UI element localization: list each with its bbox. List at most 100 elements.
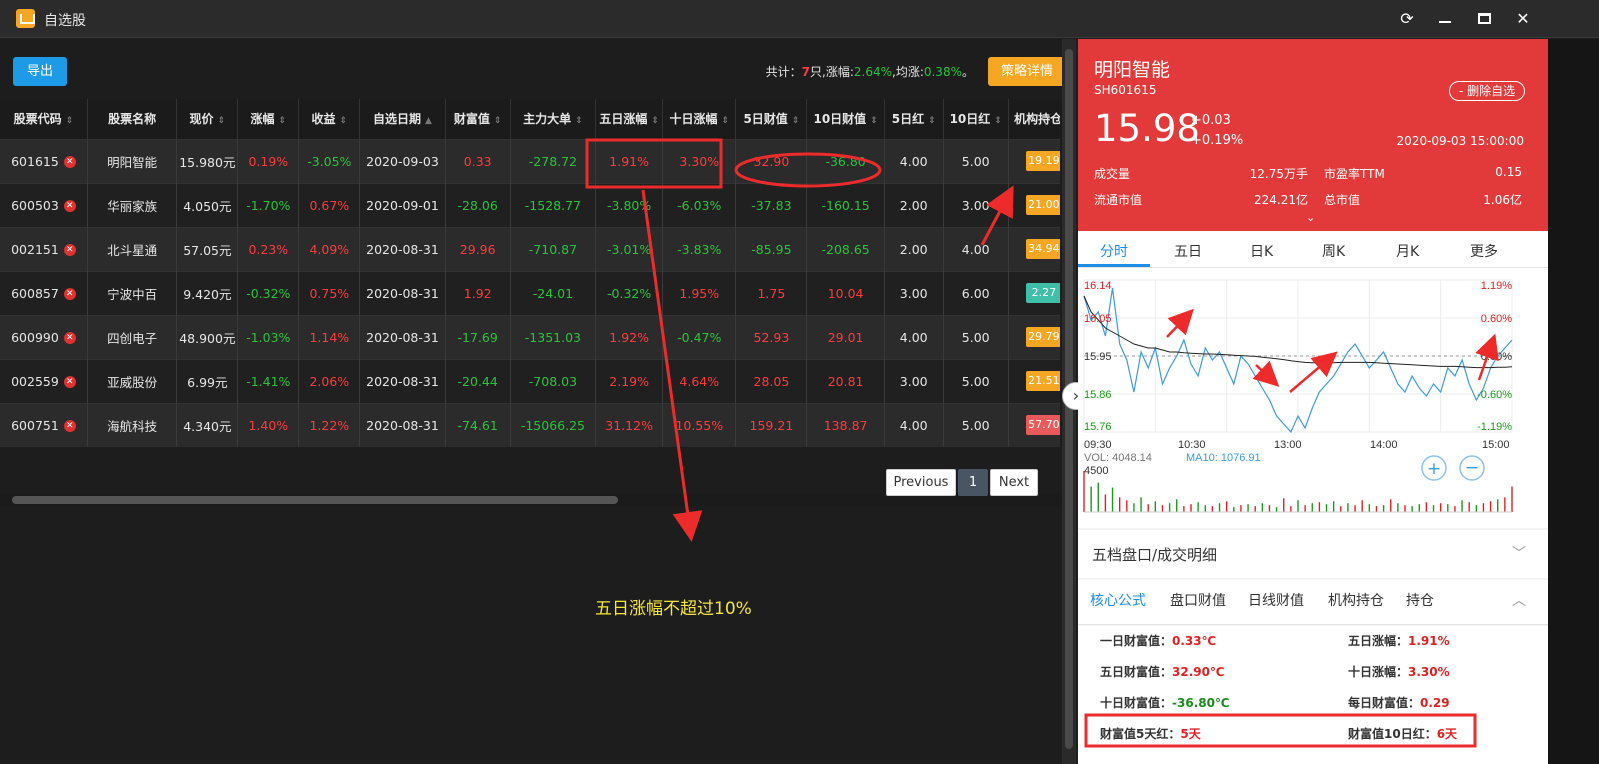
formula-tab[interactable]: 机构持仓 <box>1328 590 1384 610</box>
cell-w5: 159.21 <box>735 402 808 447</box>
chevron-down-icon[interactable]: ⌄ <box>1306 211 1315 224</box>
formula-tab[interactable]: 核心公式 <box>1090 590 1146 610</box>
sort-icon[interactable]: ⇕ <box>575 116 583 126</box>
previous-page-button[interactable]: Previous <box>886 469 956 496</box>
column-header[interactable]: 机构持仓⇕ <box>1008 99 1060 139</box>
remove-icon[interactable]: ✕ <box>63 244 76 256</box>
sort-icon[interactable]: ⇕ <box>66 116 74 126</box>
column-header[interactable]: 主力大单 ⇕ <box>510 99 597 139</box>
depth-panel[interactable]: 五档盘口/成交明细 ﹀ <box>1078 530 1548 578</box>
chart-tab[interactable]: 分时 <box>1100 241 1128 261</box>
table-row[interactable]: 002559 ✕ 亚威股份 6.99元 -1.41% 2.06% 2020-08-31 -20… <box>0 358 1060 403</box>
table-row[interactable]: 600990 ✕ 四创电子 48.900元 -1.03% 1.14% 2020-08-31 -… <box>0 314 1060 359</box>
next-page-button[interactable]: Next <box>990 469 1038 496</box>
sort-icon[interactable]: ⇕ <box>928 116 936 126</box>
volume-max-tick: 4500 <box>1084 465 1108 477</box>
cell-red5: 4.00 <box>884 402 944 447</box>
sort-icon[interactable]: ⇕ <box>340 116 348 126</box>
cell-w10: 10.04 <box>806 270 885 315</box>
sort-icon[interactable]: ⇕ <box>494 116 502 126</box>
table-row[interactable]: 002151 ✕ 北斗星通 57.05元 0.23% 4.09% 2020-08-31 29.… <box>0 226 1060 271</box>
table-row[interactable]: 600751 ✕ 海航科技 4.340元 1.40% 1.22% 2020-08-31 -74… <box>0 402 1060 447</box>
formula-item: 十日财富值：-36.80℃ <box>1100 694 1229 711</box>
remove-icon[interactable]: ✕ <box>63 420 76 433</box>
cell-value: 2020-08-31 <box>366 285 439 301</box>
column-header[interactable]: 10日红 ⇕ <box>943 99 1009 139</box>
cell-value: -1.70% <box>246 197 291 213</box>
cell-red10: 5.00 <box>943 402 1009 447</box>
cell-profit: -3.05% <box>298 138 361 183</box>
chevron-up-icon[interactable]: ︿ <box>1512 590 1526 610</box>
formula-value: 32.90℃ <box>1172 665 1225 679</box>
cell-w10: -160.15 <box>806 182 885 227</box>
remove-icon[interactable]: ✕ <box>63 332 76 344</box>
table-row[interactable]: 601615 ✕ 明阳智能 15.980元 0.19% -3.05% 2020-09-03 0… <box>0 138 1060 183</box>
minimize-button[interactable] <box>1434 8 1456 30</box>
column-header[interactable]: 收益 ⇕ <box>298 99 361 139</box>
formula-label: 十日涨幅： <box>1348 665 1409 679</box>
strategy-details-button[interactable]: 策略详情 <box>988 57 1066 86</box>
chart-tab[interactable]: 更多 <box>1470 241 1498 261</box>
column-header[interactable]: 5日财值 ⇕ <box>735 99 808 139</box>
active-tab-indicator <box>1078 264 1150 267</box>
remove-icon[interactable]: ✕ <box>63 288 76 300</box>
sort-icon[interactable]: ⇕ <box>218 116 226 126</box>
cell-profit: 1.14% <box>298 314 361 359</box>
formula-tab[interactable]: 持仓 <box>1406 590 1434 610</box>
remove-icon[interactable]: ✕ <box>63 200 76 212</box>
cell-red5: 3.00 <box>884 270 944 315</box>
scroll-thumb[interactable] <box>12 496 618 504</box>
formula-label: 五日财富值： <box>1100 665 1173 679</box>
total-cap-value: 1.06亿 <box>1483 193 1522 207</box>
cell-value: -20.44 <box>457 373 498 389</box>
chart-tab[interactable]: 日K <box>1250 241 1273 261</box>
sort-icon[interactable]: ⇕ <box>279 116 287 126</box>
formula-label: 财富值10日红： <box>1348 727 1437 741</box>
table-body: 601615 ✕ 明阳智能 15.980元 0.19% -3.05% 2020-09-03 0… <box>0 138 1060 447</box>
formula-value: 5天 <box>1180 727 1201 741</box>
y-tick-label-right: 0.00% <box>1481 351 1512 363</box>
close-icon[interactable]: ✕ <box>1512 8 1534 30</box>
summary-suffix: 。 <box>961 65 974 79</box>
column-header[interactable]: 涨幅 ⇕ <box>237 99 300 139</box>
formula-tab[interactable]: 盘口财值 <box>1170 590 1226 610</box>
refresh-icon[interactable]: ⟳ <box>1396 8 1418 30</box>
formula-label: 每日财富值： <box>1348 696 1421 710</box>
column-header[interactable]: 五日涨幅 ⇕ <box>595 99 664 139</box>
remove-icon[interactable]: ✕ <box>63 376 76 388</box>
cell-value: 亚威股份 <box>107 374 158 390</box>
remove-icon[interactable]: ✕ <box>63 156 76 168</box>
chart-tab[interactable]: 月K <box>1396 241 1419 261</box>
sort-icon[interactable]: ⇕ <box>792 116 800 126</box>
column-header[interactable]: 十日涨幅 ⇕ <box>662 99 737 139</box>
sort-icon[interactable]: ⇕ <box>870 116 878 126</box>
sort-icon[interactable]: ⇕ <box>721 116 729 126</box>
remove-watchlist-button[interactable]: - 删除自选 <box>1449 81 1526 101</box>
sort-icon[interactable]: ⇕ <box>651 116 659 126</box>
cell-main: -278.72 <box>510 138 597 183</box>
column-header[interactable]: 财富值 ⇕ <box>445 99 511 139</box>
column-header[interactable]: 10日财值 ⇕ <box>806 99 885 139</box>
y-tick-label: 15.86 <box>1084 389 1112 401</box>
column-header[interactable]: 股票代码 ⇕ <box>0 99 88 139</box>
sort-icon[interactable]: ▲ <box>425 116 432 126</box>
float-cap-value: 224.21亿 <box>1254 193 1308 207</box>
column-header-label: 10日红 <box>949 112 991 127</box>
chevron-down-icon[interactable]: ﹀ <box>1512 543 1526 563</box>
table-row[interactable]: 600857 ✕ 宁波中百 9.420元 -0.32% 0.75% 2020-08-31 1.… <box>0 270 1060 315</box>
sort-icon[interactable]: ⇕ <box>994 116 1002 126</box>
column-header[interactable]: 股票名称 <box>87 99 178 139</box>
column-header[interactable]: 现价 ⇕ <box>176 99 239 139</box>
chart-tab[interactable]: 五日 <box>1174 241 1202 261</box>
formula-tab[interactable]: 日线财值 <box>1248 590 1304 610</box>
table-row[interactable]: 600503 ✕ 华丽家族 4.050元 -1.70% 0.67% 2020-09-01 -2… <box>0 182 1060 227</box>
maximize-button[interactable] <box>1474 8 1496 30</box>
chart-tab[interactable]: 周K <box>1322 241 1345 261</box>
export-button[interactable]: 导出 <box>13 57 67 86</box>
formula-item: 每日财富值：0.29 <box>1348 694 1450 711</box>
column-header[interactable]: 5日红 ⇕ <box>884 99 944 139</box>
column-header[interactable]: 自选日期 ▲ <box>359 99 446 139</box>
page-1-button[interactable]: 1 <box>958 469 988 496</box>
institution-badge: 57.70 <box>1026 415 1060 436</box>
current-price: 15.98 <box>1094 107 1200 150</box>
